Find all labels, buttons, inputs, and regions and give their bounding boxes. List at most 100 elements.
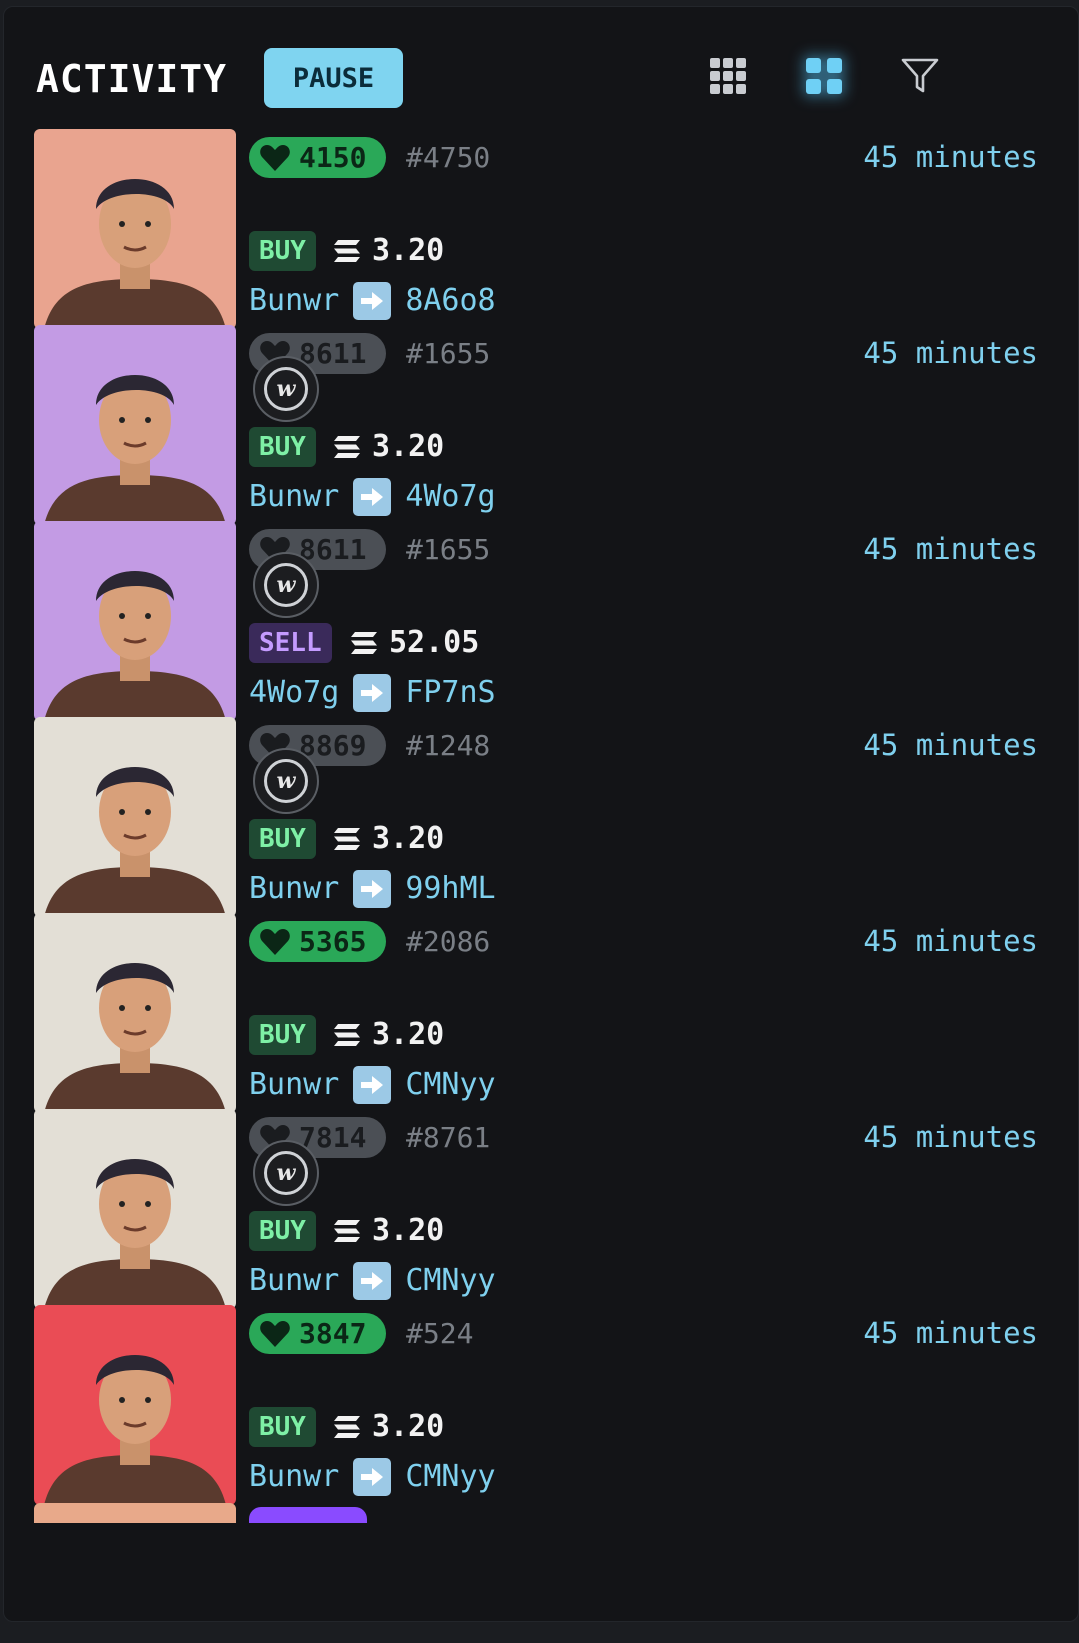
token-rank: #4750 [406, 141, 491, 174]
rarity-score: 3847 [299, 1317, 367, 1350]
token-rank: #2086 [406, 925, 491, 958]
sol-icon [351, 632, 377, 654]
nft-thumbnail[interactable] [34, 521, 236, 721]
transfer-path: Bunwr 4Wo7g [249, 475, 496, 519]
activity-time: 45 minutes [863, 1316, 1038, 1350]
token-rank: #524 [406, 1317, 474, 1350]
activity-row[interactable]: 4150 #4750 45 minutes BUY 3.20 Bunwr 8A6o8 [4, 128, 1078, 332]
arrow-right-icon [353, 478, 392, 516]
price: 3.20 [334, 1209, 444, 1253]
price-value: 3.20 [372, 1213, 445, 1248]
transaction-type-badge: BUY [249, 819, 316, 859]
rarity-score: 5365 [299, 925, 367, 958]
to-address[interactable]: 8A6o8 [405, 279, 495, 323]
price: 52.05 [351, 621, 479, 665]
activity-time: 45 minutes [863, 1120, 1038, 1154]
activity-row[interactable]: 7814 w #8761 45 minutes BUY 3.20 Bunwr CMNyy [4, 1108, 1078, 1312]
nft-thumbnail[interactable] [34, 717, 236, 917]
from-address[interactable]: 4Wo7g [249, 671, 339, 715]
from-address[interactable]: Bunwr [249, 475, 339, 519]
heart-icon [260, 1320, 290, 1347]
activity-row[interactable]: 8611 w #1655 45 minutes BUY 3.20 Bunwr 4Wo7g [4, 324, 1078, 528]
sol-icon [334, 240, 360, 262]
activity-time: 45 minutes [863, 532, 1038, 566]
to-address[interactable]: 4Wo7g [405, 475, 495, 519]
sol-icon [334, 828, 360, 850]
from-address[interactable]: Bunwr [249, 867, 339, 911]
price-value: 3.20 [372, 429, 445, 464]
price-value: 52.05 [389, 625, 480, 660]
partial-thumbnail [34, 1503, 236, 1523]
arrow-right-icon [353, 1458, 392, 1496]
price: 3.20 [334, 1013, 444, 1057]
to-address[interactable]: CMNyy [405, 1455, 495, 1499]
transaction-type-badge: BUY [249, 1211, 316, 1251]
marketplace-coin-icon: w [253, 356, 319, 422]
nft-avatar-image [34, 913, 236, 1113]
nft-thumbnail[interactable] [34, 325, 236, 525]
price-value: 3.20 [372, 233, 445, 268]
transfer-path: Bunwr 8A6o8 [249, 279, 496, 323]
nft-thumbnail[interactable] [34, 1109, 236, 1309]
to-address[interactable]: CMNyy [405, 1259, 495, 1303]
token-rank: #8761 [406, 1121, 491, 1154]
transfer-path: Bunwr 99hML [249, 867, 496, 911]
transaction-type-badge: BUY [249, 1015, 316, 1055]
sol-icon [334, 436, 360, 458]
sol-icon [334, 1220, 360, 1242]
nft-thumbnail[interactable] [34, 913, 236, 1113]
nft-avatar-image [34, 325, 236, 525]
nft-avatar-image [34, 1109, 236, 1309]
rarity-badge: 4150 [249, 137, 386, 178]
to-address[interactable]: FP7nS [405, 671, 495, 715]
activity-list: 4150 #4750 45 minutes BUY 3.20 Bunwr 8A6o8 8611… [4, 128, 1078, 1593]
activity-time: 45 minutes [863, 336, 1038, 370]
arrow-right-icon [353, 1262, 392, 1300]
from-address[interactable]: Bunwr [249, 1455, 339, 1499]
nft-avatar-image [34, 521, 236, 721]
heart-icon [260, 928, 290, 955]
activity-row[interactable]: 5365 #2086 45 minutes BUY 3.20 Bunwr CMNyy [4, 912, 1078, 1116]
from-address[interactable]: Bunwr [249, 1063, 339, 1107]
rarity-badge: 3847 [249, 1313, 386, 1354]
marketplace-coin-icon: w [253, 1140, 319, 1206]
price: 3.20 [334, 425, 444, 469]
price-value: 3.20 [372, 1409, 445, 1444]
nft-thumbnail[interactable] [34, 129, 236, 329]
activity-time: 45 minutes [863, 140, 1038, 174]
arrow-right-icon [353, 282, 392, 320]
arrow-right-icon [353, 870, 392, 908]
nft-avatar-image [34, 717, 236, 917]
activity-title: ACTIVITY [36, 57, 228, 101]
sol-icon [334, 1024, 360, 1046]
grid-large-icon[interactable] [803, 55, 845, 97]
grid-small-icon[interactable] [707, 55, 749, 97]
transaction-type-badge: BUY [249, 427, 316, 467]
to-address[interactable]: CMNyy [405, 1063, 495, 1107]
transfer-path: Bunwr CMNyy [249, 1455, 496, 1499]
transfer-path: 4Wo7g FP7nS [249, 671, 496, 715]
to-address[interactable]: 99hML [405, 867, 495, 911]
partial-row [4, 1503, 1078, 1523]
activity-row[interactable]: 3847 #524 45 minutes BUY 3.20 Bunwr CMNyy [4, 1304, 1078, 1508]
marketplace-coin-icon: w [253, 748, 319, 814]
activity-time: 45 minutes [863, 728, 1038, 762]
filter-icon[interactable] [899, 55, 941, 97]
transaction-type-badge: SELL [249, 623, 332, 663]
price: 3.20 [334, 817, 444, 861]
from-address[interactable]: Bunwr [249, 1259, 339, 1303]
from-address[interactable]: Bunwr [249, 279, 339, 323]
token-rank: #1248 [406, 729, 491, 762]
activity-row[interactable]: 8611 w #1655 45 minutes SELL 52.05 4Wo7g FP7nS [4, 520, 1078, 724]
price: 3.20 [334, 229, 444, 273]
arrow-right-icon [353, 674, 392, 712]
pause-button[interactable]: PAUSE [264, 48, 403, 108]
rarity-badge: 5365 [249, 921, 386, 962]
transfer-path: Bunwr CMNyy [249, 1259, 496, 1303]
nft-thumbnail[interactable] [34, 1305, 236, 1505]
activity-time: 45 minutes [863, 924, 1038, 958]
rarity-score: 4150 [299, 141, 367, 174]
nft-avatar-image [34, 129, 236, 329]
activity-row[interactable]: 8869 w #1248 45 minutes BUY 3.20 Bunwr 99hML [4, 716, 1078, 920]
price-value: 3.20 [372, 821, 445, 856]
